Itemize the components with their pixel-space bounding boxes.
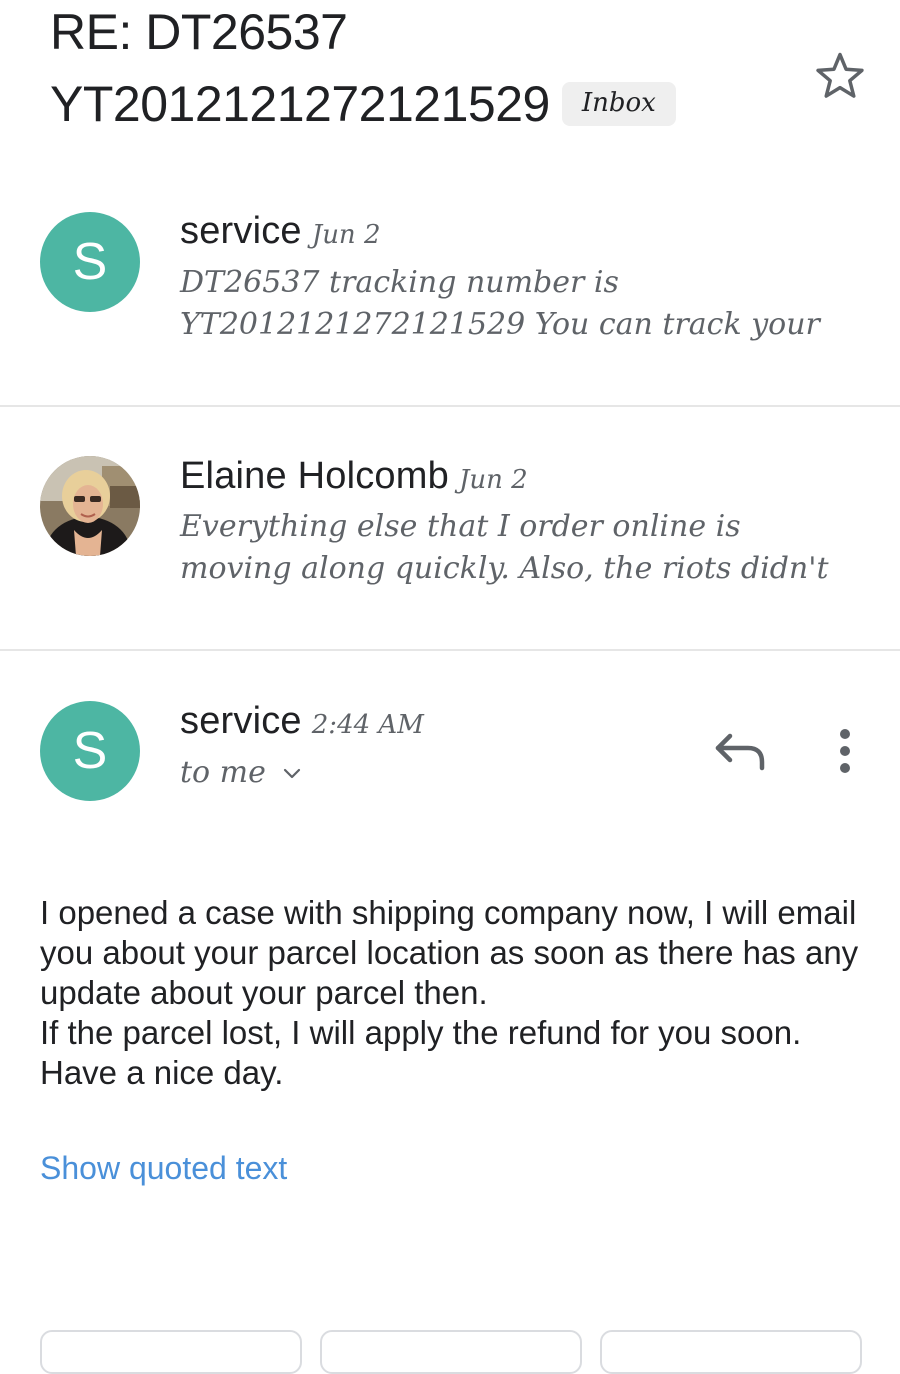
sender-name: service [180, 210, 302, 252]
body-paragraph: If the parcel lost, I will apply the ref… [40, 1014, 802, 1051]
message-time: 2:44 AM [311, 710, 424, 740]
avatar: S [40, 212, 140, 312]
avatar[interactable]: S [40, 701, 140, 801]
show-quoted-text-link[interactable]: Show quoted text [40, 1150, 287, 1187]
message-header: Elaine Holcomb Jun 2 [180, 455, 528, 498]
more-vert-icon[interactable] [828, 726, 862, 776]
message-date: Jun 2 [311, 220, 381, 250]
body-paragraph: I opened a case with shipping company no… [40, 894, 859, 1011]
recipient-label: to me [180, 755, 266, 790]
subject-tracking-number: YT201212127212152​9 [50, 76, 550, 132]
message-header: service Jun 2 [180, 210, 381, 253]
sender-name: Elaine Holcomb [180, 455, 449, 497]
inbox-label-badge[interactable]: Inbox [561, 81, 676, 126]
divider [0, 405, 900, 407]
reply-icon[interactable] [712, 726, 770, 776]
message-snippet: Everything else that I order online is m… [180, 509, 829, 586]
profile-photo [40, 456, 140, 556]
message-date: Jun 2 [458, 465, 528, 495]
forward-button[interactable] [600, 1330, 862, 1374]
message-header: service 2:44 AM [180, 700, 424, 743]
divider [0, 649, 900, 651]
message-body: I opened a case with shipping company no… [40, 893, 870, 1093]
email-subject: RE: DT26537 YT201212127212152​9 Inbox [50, 0, 770, 140]
reply-button[interactable] [40, 1330, 302, 1374]
message-snippet: DT26537 tracking number is YT20121212721… [180, 265, 820, 342]
star-icon[interactable] [812, 48, 868, 104]
sender-name: service [180, 700, 302, 742]
recipient-details-toggle[interactable]: to me [180, 755, 304, 790]
subject-line-1: RE: DT26537 [50, 4, 348, 60]
reply-all-button[interactable] [320, 1330, 582, 1374]
subject-line-2: YT201212127212152​9 Inbox [50, 68, 770, 140]
chevron-down-icon [283, 768, 300, 779]
body-paragraph: Have a nice day. [40, 1054, 284, 1091]
avatar [40, 456, 140, 556]
